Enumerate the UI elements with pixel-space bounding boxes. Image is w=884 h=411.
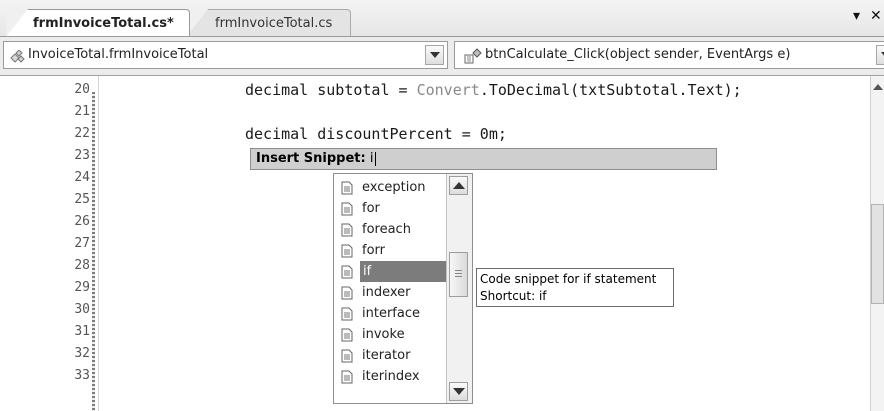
editor-scroll-thumb[interactable]	[871, 204, 884, 304]
insert-snippet-label: Insert Snippet:	[256, 151, 366, 166]
snippet-item-label: invoke	[362, 327, 405, 342]
tab-code-label: frmInvoiceTotal.cs*	[33, 16, 174, 31]
snippet-item-label: iterindex	[362, 369, 420, 384]
tab-design[interactable]: frmInvoiceTotal.cs [Design]*	[186, 9, 351, 58]
code-line-20: decimal subtotal = Convert.ToDecimal(txt…	[245, 81, 742, 99]
snippet-item[interactable]: invoke	[337, 324, 452, 345]
snippet-item[interactable]: iterator	[337, 345, 452, 366]
line-number: 24	[74, 170, 90, 185]
code-text: decimal discountPercent = 0m;	[245, 125, 507, 143]
gutter-divider	[98, 76, 99, 411]
member-selector-value: btnCalculate_Click(object sender, EventA…	[485, 47, 791, 62]
snippet-item-label: if	[360, 261, 451, 282]
line-number: 22	[74, 126, 90, 141]
line-number: 21	[74, 104, 90, 119]
code-editor-window: frmInvoiceTotal.cs [Design]* frmInvoiceT…	[0, 0, 884, 411]
type-name: Convert	[416, 81, 480, 99]
snippet-item[interactable]: for	[337, 198, 452, 219]
snippet-item[interactable]: exception	[337, 177, 452, 198]
close-icon[interactable]: ✕	[870, 8, 882, 24]
scroll-down-button[interactable]	[449, 382, 468, 401]
code-text: .ToDecimal(txtSubtotal.Text);	[479, 81, 742, 99]
snippet-item-label: forr	[362, 243, 385, 258]
line-number: 30	[74, 302, 90, 317]
snippet-item[interactable]: foreach	[337, 219, 452, 240]
tab-code[interactable]: frmInvoiceTotal.cs*	[6, 9, 190, 37]
line-number: 32	[74, 346, 90, 361]
snippet-item-label: indexer	[362, 285, 411, 300]
line-number-gutter: 20 21 22 23 24 25 26 27 28 29 30 31 32 3…	[0, 76, 100, 411]
method-icon	[464, 48, 482, 74]
member-selector-dropdown-button[interactable]	[876, 45, 884, 65]
line-number: 33	[74, 368, 90, 383]
snippet-item[interactable]: iterindex	[337, 366, 452, 387]
insert-snippet-input[interactable]: i	[370, 151, 374, 166]
text-caret	[375, 151, 377, 166]
scroll-up-button[interactable]	[449, 176, 468, 195]
snippet-item-label: interface	[362, 306, 420, 321]
snippet-item[interactable]: interface	[337, 303, 452, 324]
line-number: 25	[74, 192, 90, 207]
line-number: 28	[74, 258, 90, 273]
document-tab-strip: frmInvoiceTotal.cs [Design]* frmInvoiceT…	[0, 0, 884, 58]
snippet-item[interactable]: indexer	[337, 282, 452, 303]
change-tracking-margin	[92, 92, 95, 411]
snippet-item[interactable]: forr	[337, 240, 452, 261]
tooltip-description: Code snippet for if statement	[480, 272, 657, 286]
line-number: 27	[74, 236, 90, 251]
line-number: 29	[74, 280, 90, 295]
snippet-list-scroll-thumb[interactable]	[449, 252, 468, 297]
snippet-item-label: exception	[362, 180, 426, 195]
code-text: decimal subtotal =	[245, 81, 417, 99]
snippet-item-selected[interactable]: if	[337, 261, 452, 282]
snippet-item-label: for	[362, 201, 380, 216]
scroll-up-arrow-icon[interactable]	[873, 84, 883, 90]
snippet-doc-icon	[341, 370, 353, 391]
code-line-22: decimal discountPercent = 0m;	[245, 125, 507, 143]
member-selector-combo[interactable]: btnCalculate_Click(object sender, EventA…	[454, 41, 884, 69]
insert-snippet-bar[interactable]: Insert Snippet: i	[250, 148, 717, 170]
line-number: 20	[74, 82, 90, 97]
line-number: 26	[74, 214, 90, 229]
type-selector-combo[interactable]: InvoiceTotal.frmInvoiceTotal	[3, 41, 448, 69]
type-selector-dropdown-button[interactable]	[425, 45, 444, 65]
class-icon	[9, 48, 25, 74]
type-selector-value: InvoiceTotal.frmInvoiceTotal	[28, 47, 209, 62]
snippet-item-label: iterator	[362, 348, 411, 363]
tab-list-dropdown-icon[interactable]: ▾	[853, 8, 860, 24]
snippet-tooltip: Code snippet for if statement Shortcut: …	[476, 268, 674, 307]
navigation-bar: InvoiceTotal.frmInvoiceTotal btnCalculat…	[0, 37, 884, 76]
line-number: 31	[74, 324, 90, 339]
line-number: 23	[74, 148, 90, 163]
tooltip-shortcut: Shortcut: if	[480, 289, 547, 303]
snippet-item-label: foreach	[362, 222, 411, 237]
